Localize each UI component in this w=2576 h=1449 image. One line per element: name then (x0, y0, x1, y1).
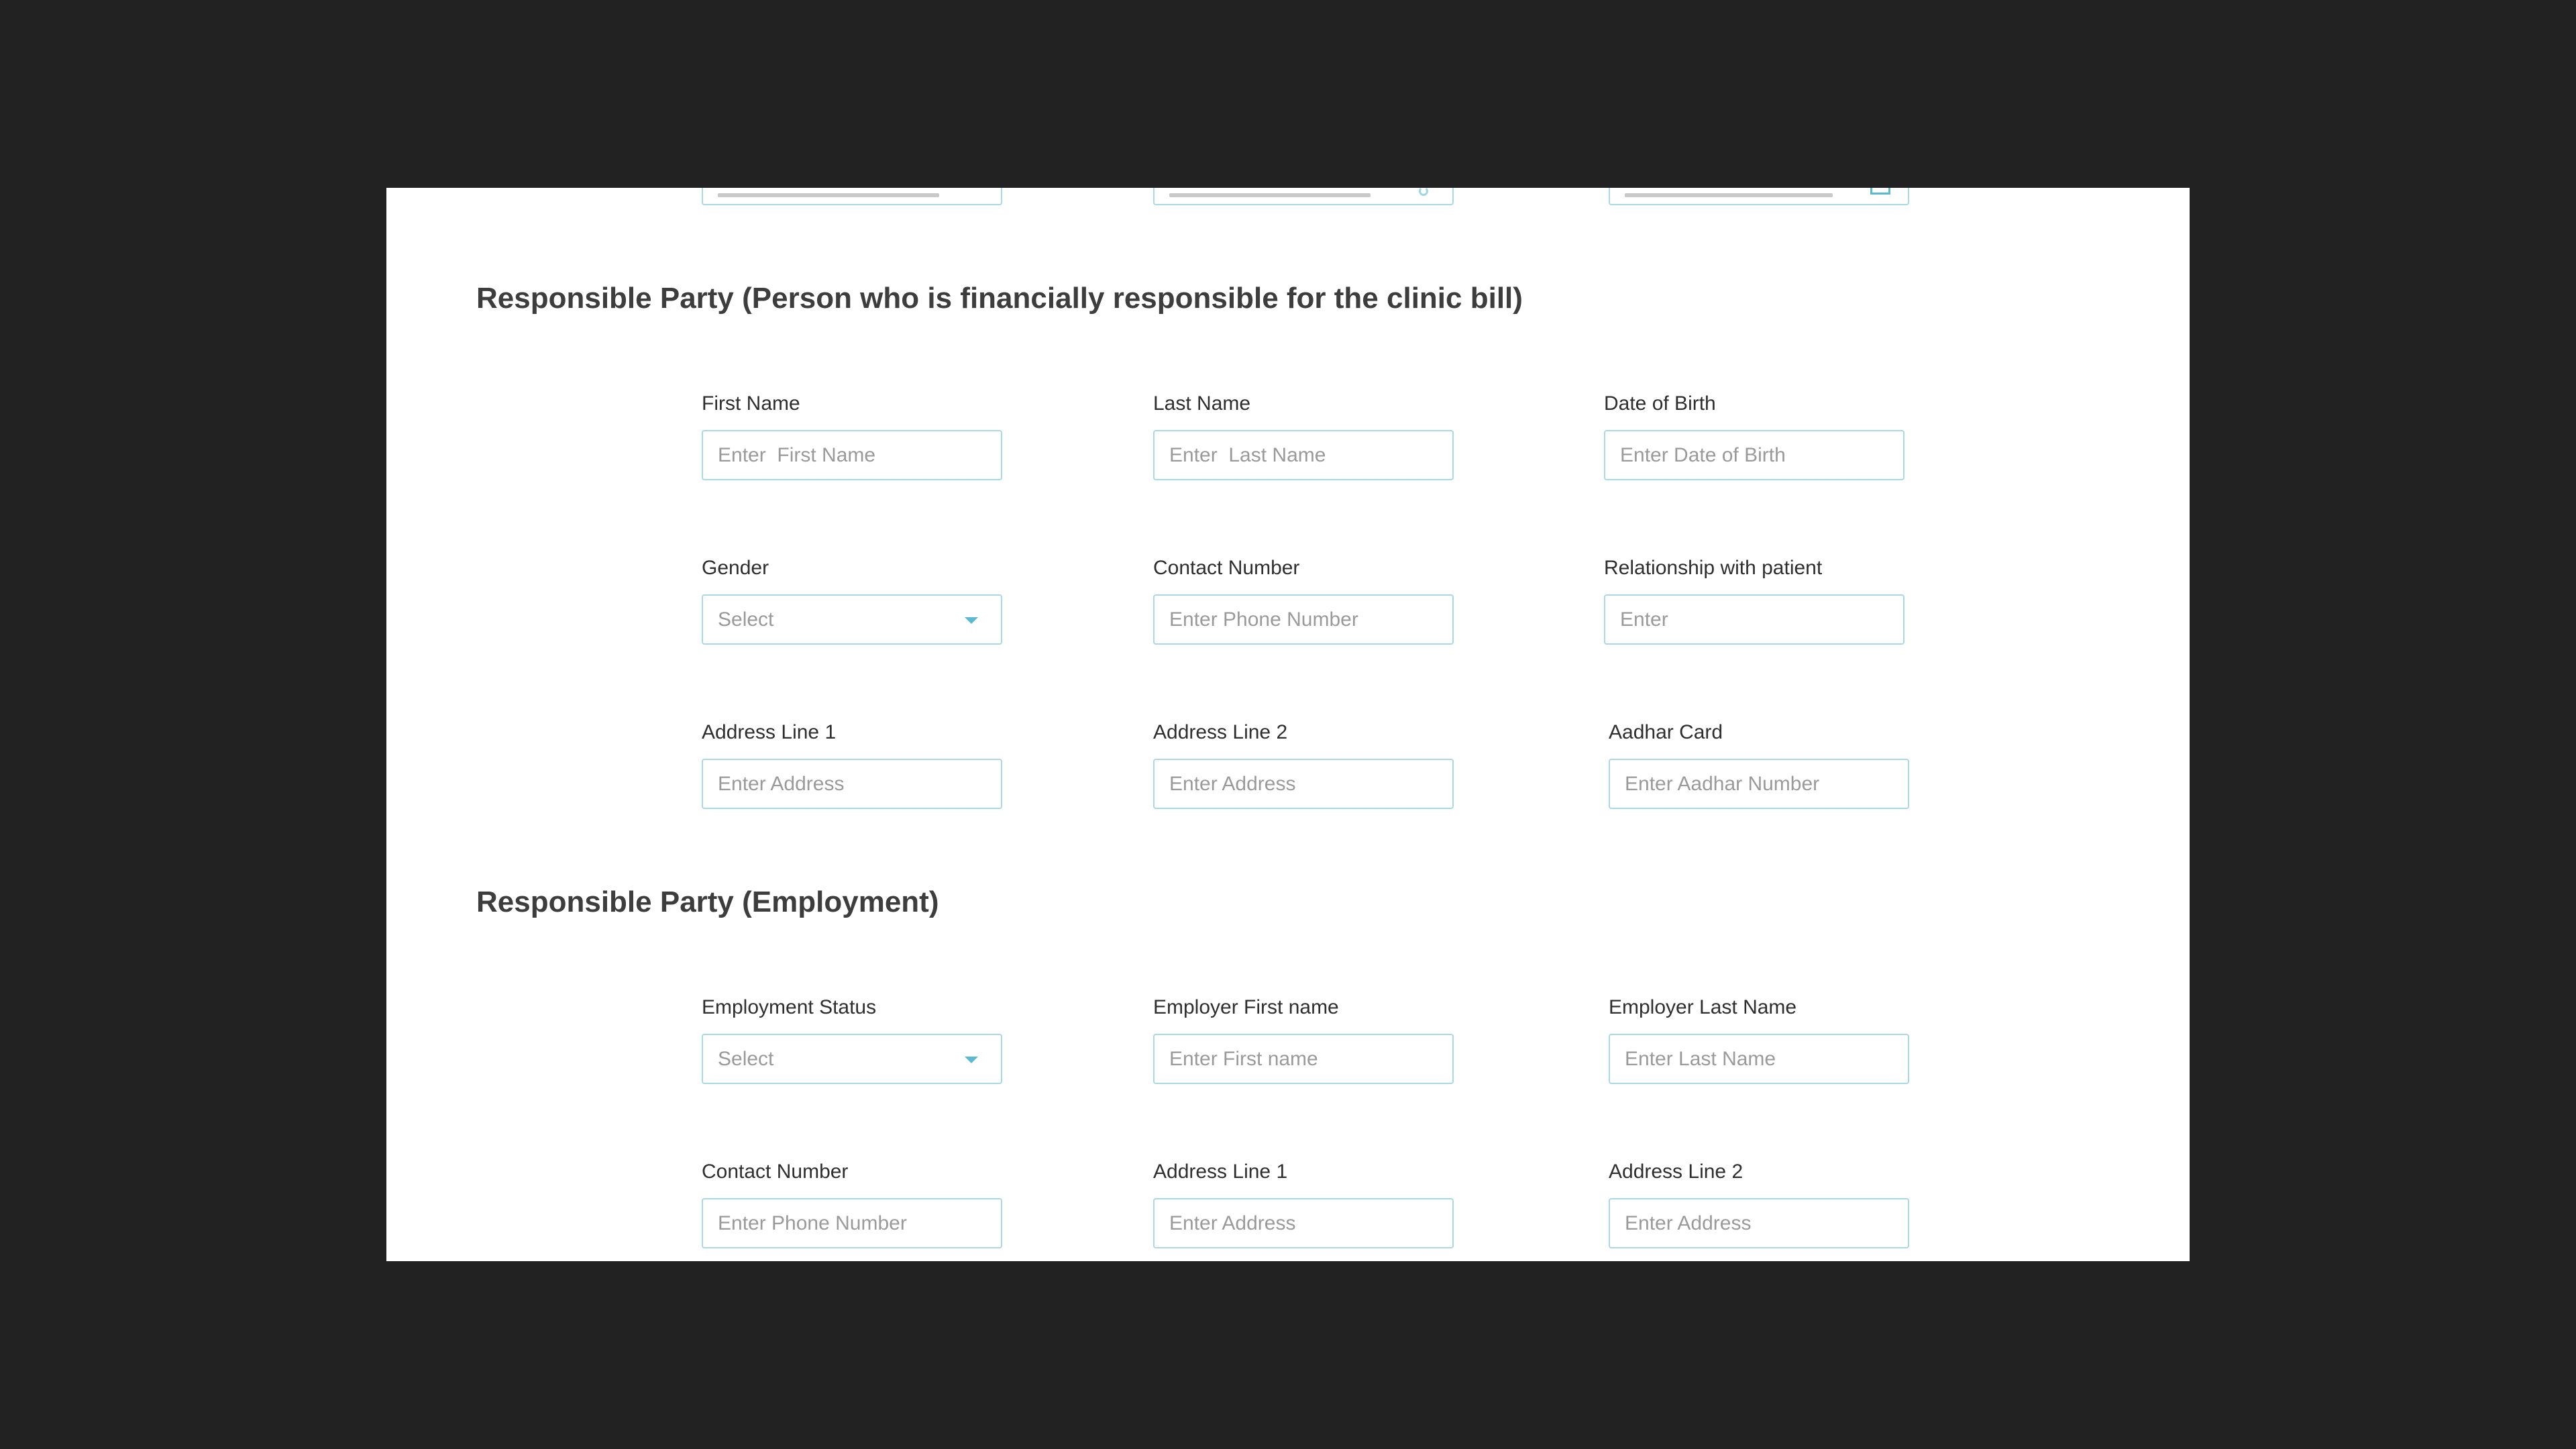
emp-address-line-2-field: Address Line 2 (1609, 1162, 1909, 1248)
rp-contact-number-box (1153, 594, 1454, 645)
clipped-input-field[interactable] (702, 188, 1002, 205)
emp-contact-number-field: Contact Number (702, 1162, 1002, 1248)
rp-first-name-input[interactable] (703, 431, 1001, 479)
rp-address-line-1-box (702, 759, 1002, 809)
rp-first-name-label: First Name (702, 392, 800, 415)
emp-employer-last-name-input[interactable] (1610, 1035, 1908, 1083)
section-title-responsible-party: Responsible Party (Person who is financi… (476, 282, 1523, 315)
rp-address-line-2-box (1153, 759, 1454, 809)
emp-address-line-1-label: Address Line 1 (1153, 1161, 1288, 1183)
rp-address-line-2-input[interactable] (1155, 760, 1452, 808)
rp-date-of-birth-box (1604, 430, 1904, 480)
rp-contact-number-input[interactable] (1155, 596, 1452, 643)
rp-address-line-1-input[interactable] (703, 760, 1001, 808)
rp-last-name-input[interactable] (1155, 431, 1452, 479)
rp-last-name-label: Last Name (1153, 392, 1251, 415)
emp-contact-number-label: Contact Number (702, 1161, 849, 1183)
rp-relationship-field: Relationship with patient (1604, 558, 1904, 645)
form-panel: Responsible Party (Person who is financi… (386, 188, 2190, 1261)
clipped-placeholder-text (1625, 193, 1833, 197)
emp-employer-last-name-label: Employer Last Name (1609, 996, 1797, 1018)
emp-address-line-1-box (1153, 1198, 1454, 1248)
rp-date-of-birth-field: Date of Birth (1604, 394, 1904, 480)
rp-date-of-birth-label: Date of Birth (1604, 392, 1716, 415)
emp-employer-first-name-label: Employer First name (1153, 996, 1339, 1018)
emp-employer-last-name-field: Employer Last Name (1609, 998, 1909, 1084)
rp-contact-number-label: Contact Number (1153, 557, 1300, 579)
emp-status-select[interactable]: Select (702, 1034, 1002, 1084)
emp-address-line-2-box (1609, 1198, 1909, 1248)
info-icon (1419, 188, 1428, 196)
rp-last-name-box (1153, 430, 1454, 480)
rp-gender-select[interactable]: Select (702, 594, 1002, 645)
emp-status-label: Employment Status (702, 996, 877, 1018)
rp-address-line-2-field: Address Line 2 (1153, 722, 1454, 809)
rp-address-line-2-label: Address Line 2 (1153, 721, 1288, 743)
emp-address-line-1-field: Address Line 1 (1153, 1162, 1454, 1248)
rp-first-name-field: First Name (702, 394, 1002, 480)
rp-address-line-1-label: Address Line 1 (702, 721, 837, 743)
emp-employer-first-name-box (1153, 1034, 1454, 1084)
emp-status-select-value: Select (718, 1047, 774, 1070)
clipped-input-field[interactable] (1153, 188, 1454, 205)
rp-relationship-box (1604, 594, 1904, 645)
rp-relationship-input[interactable] (1605, 596, 1903, 643)
emp-employer-last-name-box (1609, 1034, 1909, 1084)
emp-status-field: Employment Status Select (702, 998, 1002, 1084)
calendar-icon (1870, 188, 1890, 195)
rp-last-name-field: Last Name (1153, 394, 1454, 480)
emp-contact-number-box (702, 1198, 1002, 1248)
rp-contact-number-field: Contact Number (1153, 558, 1454, 645)
chevron-down-icon (965, 617, 978, 624)
rp-aadhar-card-label: Aadhar Card (1609, 721, 1723, 743)
rp-aadhar-card-box (1609, 759, 1909, 809)
rp-gender-label: Gender (702, 557, 769, 579)
clipped-date-field[interactable] (1609, 188, 1909, 205)
rp-aadhar-card-input[interactable] (1610, 760, 1908, 808)
emp-address-line-2-label: Address Line 2 (1609, 1161, 1743, 1183)
chevron-down-icon (965, 1057, 978, 1063)
rp-address-line-1-field: Address Line 1 (702, 722, 1002, 809)
rp-gender-field: Gender Select (702, 558, 1002, 645)
emp-address-line-1-input[interactable] (1155, 1199, 1452, 1247)
section-title-employment: Responsible Party (Employment) (476, 885, 939, 918)
rp-first-name-box (702, 430, 1002, 480)
clipped-placeholder-text (718, 193, 939, 197)
emp-employer-first-name-field: Employer First name (1153, 998, 1454, 1084)
rp-gender-select-value: Select (718, 608, 774, 631)
rp-relationship-label: Relationship with patient (1604, 557, 1823, 579)
emp-employer-first-name-input[interactable] (1155, 1035, 1452, 1083)
clipped-placeholder-text (1169, 193, 1371, 197)
rp-aadhar-card-field: Aadhar Card (1609, 722, 1909, 809)
rp-date-of-birth-input[interactable] (1605, 431, 1903, 479)
emp-address-line-2-input[interactable] (1610, 1199, 1908, 1247)
emp-contact-number-input[interactable] (703, 1199, 1001, 1247)
